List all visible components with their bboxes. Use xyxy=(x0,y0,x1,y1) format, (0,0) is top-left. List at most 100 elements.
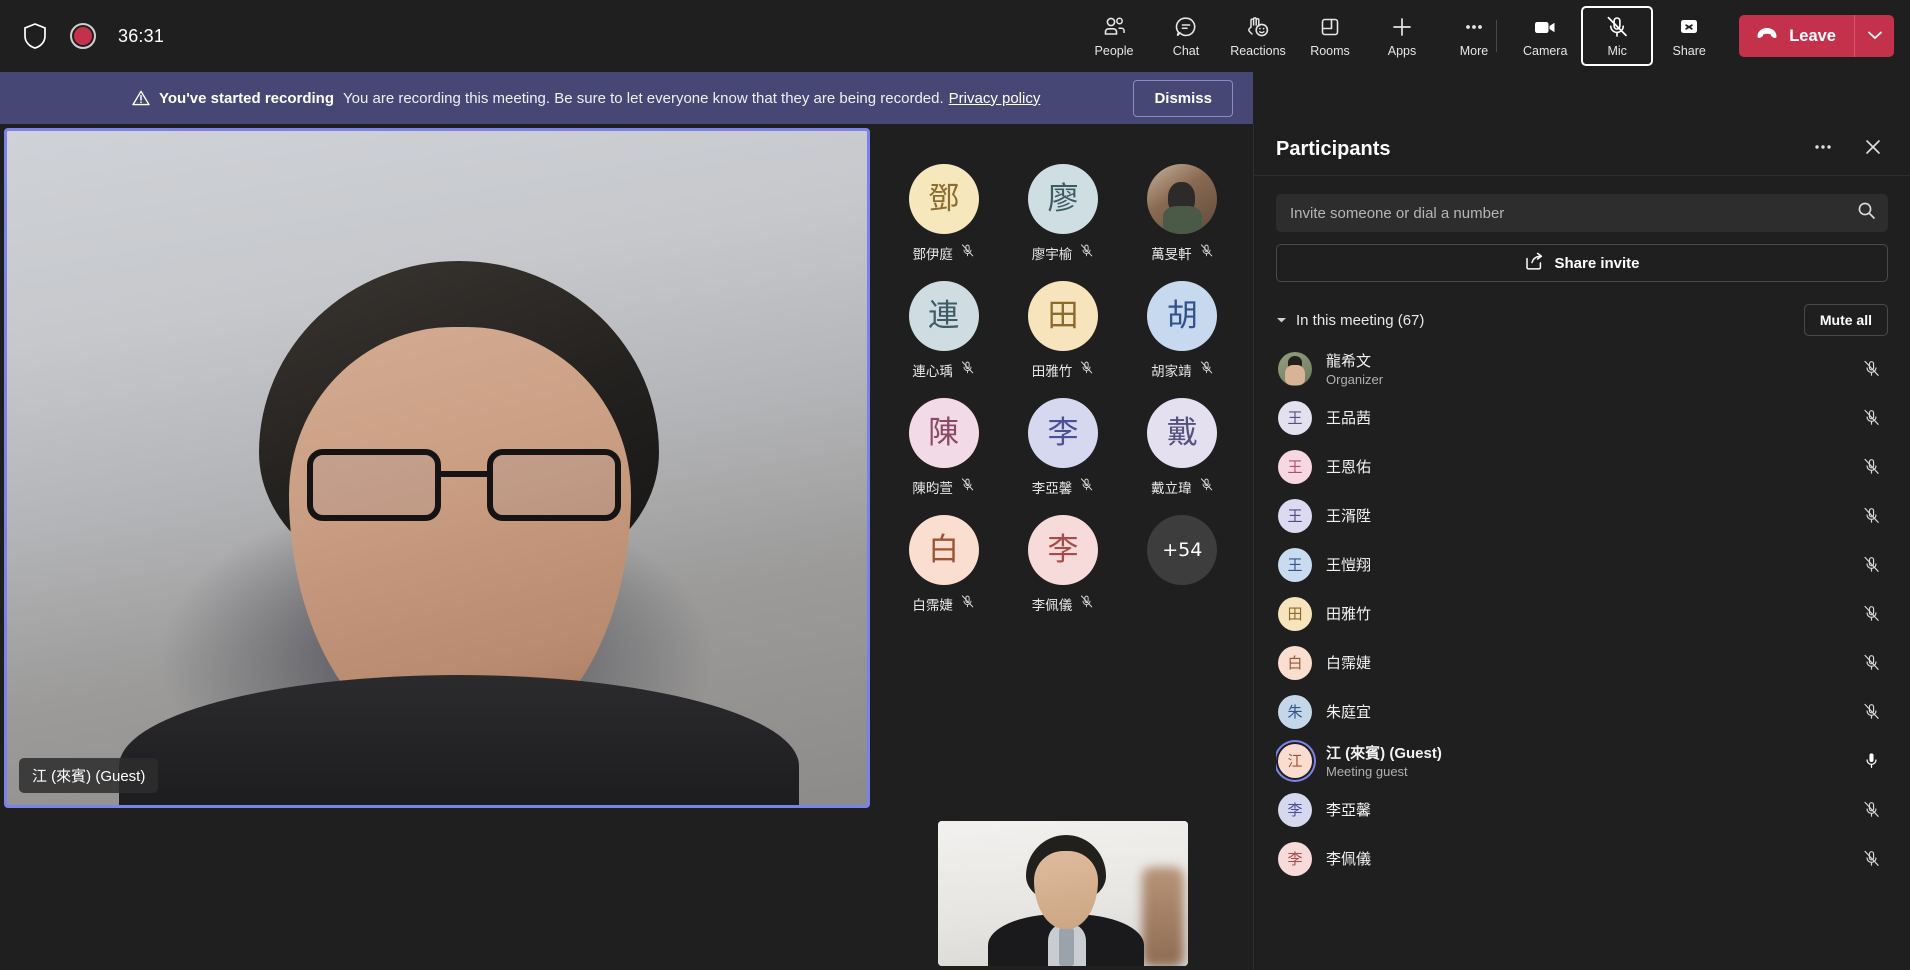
mic-on-icon[interactable] xyxy=(1858,751,1884,770)
reactions-icon xyxy=(1245,15,1271,39)
close-icon xyxy=(1863,137,1883,162)
participant-row[interactable]: 白白霈婕 xyxy=(1276,638,1888,687)
mic-off-icon xyxy=(1199,477,1214,497)
toolbar-item-apps[interactable]: Apps xyxy=(1366,6,1438,66)
avatar-cell[interactable]: 田田雅竹 xyxy=(1006,281,1119,380)
mic-off-icon xyxy=(960,243,975,263)
toolbar-right-group: Camera Mic Share Leave xyxy=(1484,0,1894,72)
mic-off-icon[interactable] xyxy=(1858,800,1884,819)
shield-icon xyxy=(22,22,48,50)
meeting-timer: 36:31 xyxy=(118,25,165,46)
avatar-cell[interactable]: 白白霈婕 xyxy=(887,515,1000,614)
avatar-name-row: 鄧伊庭 xyxy=(912,243,975,263)
avatar-initial: 戴 xyxy=(1147,398,1218,468)
toolbar-item-people[interactable]: People xyxy=(1078,6,1150,66)
participant-name: 江 (來賓) (Guest) xyxy=(1326,745,1442,762)
share-invite-button[interactable]: Share invite xyxy=(1276,244,1888,282)
mic-off-icon[interactable] xyxy=(1858,555,1884,574)
avatar-name-row: 陳昀萱 xyxy=(912,477,975,497)
mic-off-icon[interactable] xyxy=(1858,849,1884,868)
glasses-lens-right xyxy=(487,449,621,521)
mic-off-icon[interactable] xyxy=(1858,604,1884,623)
teams-meeting-window: 36:31 People Chat Reactions Rooms Apps M… xyxy=(0,0,1910,970)
avatar-cell[interactable]: 廖廖宇榆 xyxy=(1006,164,1119,263)
avatar-name: 白霈婕 xyxy=(912,598,953,613)
mic-off-icon xyxy=(960,477,975,497)
participant-row[interactable]: 李李佩儀 xyxy=(1276,834,1888,883)
search-icon[interactable] xyxy=(1857,201,1876,225)
participants-list[interactable]: 龍希文 Organizer 王王品茜王王恩佑王王湑陞王王愷翔田田雅竹白白霈婕朱朱庭宜… xyxy=(1276,344,1888,970)
participant-info: 王品茜 xyxy=(1326,407,1371,428)
participant-row[interactable]: 江江 (來賓) (Guest) Meeting guest xyxy=(1276,736,1888,785)
panel-more-button[interactable] xyxy=(1808,135,1838,165)
participants-panel: Participants Invite someone or dial a nu… xyxy=(1253,124,1910,970)
toolbar-item-rooms[interactable]: Rooms xyxy=(1294,6,1366,66)
toolbar-item-reactions[interactable]: Reactions xyxy=(1222,6,1294,66)
rooms-icon xyxy=(1318,15,1342,39)
avatar-overflow-cell[interactable]: +54 xyxy=(1126,515,1239,614)
dismiss-button[interactable]: Dismiss xyxy=(1133,79,1233,117)
mic-off-icon xyxy=(1199,243,1214,263)
in-this-meeting-section-header: In this meeting (67) Mute all xyxy=(1276,304,1888,336)
leave-options-button[interactable] xyxy=(1854,15,1894,57)
participant-row[interactable]: 王王恩佑 xyxy=(1276,442,1888,491)
camera-button[interactable]: Camera xyxy=(1509,6,1581,66)
mic-off-icon[interactable] xyxy=(1858,359,1884,378)
invite-search-box[interactable] xyxy=(1276,194,1888,232)
participant-row[interactable]: 李李亞馨 xyxy=(1276,785,1888,834)
avatar-cell[interactable]: 鄧鄧伊庭 xyxy=(887,164,1000,263)
mic-button[interactable]: Mic xyxy=(1581,6,1654,66)
invite-search-input[interactable] xyxy=(1290,204,1857,222)
recording-banner-title: You've started recording xyxy=(159,89,334,107)
participant-info: 王恩佑 xyxy=(1326,456,1371,477)
mute-all-button[interactable]: Mute all xyxy=(1803,304,1888,336)
toolbar-left-group: 36:31 xyxy=(0,22,164,50)
mic-off-icon[interactable] xyxy=(1858,408,1884,427)
participant-row[interactable]: 王王湑陞 xyxy=(1276,491,1888,540)
participant-row[interactable]: 朱朱庭宜 xyxy=(1276,687,1888,736)
leave-label: Leave xyxy=(1789,26,1836,45)
avatar-cell[interactable]: 連連心瑀 xyxy=(887,281,1000,380)
participant-avatar-initial: 田 xyxy=(1278,596,1312,631)
second-video-tile[interactable] xyxy=(938,821,1188,966)
participant-info: 白霈婕 xyxy=(1326,652,1371,673)
main-video-tile[interactable]: 江 (來賓) (Guest) xyxy=(4,128,870,808)
mic-off-icon[interactable] xyxy=(1858,653,1884,672)
avatar-name-row: 戴立瑋 xyxy=(1151,477,1214,497)
participant-info: 王湑陞 xyxy=(1326,505,1371,526)
participant-row[interactable]: 龍希文 Organizer xyxy=(1276,344,1888,393)
participant-name: 朱庭宜 xyxy=(1326,704,1372,721)
more-ellipsis-icon xyxy=(1812,136,1834,163)
hangup-icon xyxy=(1755,26,1779,47)
second-video-blur-object xyxy=(1142,867,1184,966)
toolbar-center-group: People Chat Reactions Rooms Apps More xyxy=(1078,0,1510,72)
participant-name: 李佩儀 xyxy=(1326,851,1372,868)
mic-off-icon[interactable] xyxy=(1858,457,1884,476)
participant-row[interactable]: 王王品茜 xyxy=(1276,393,1888,442)
caret-down-icon[interactable] xyxy=(1276,316,1287,324)
avatar-initial: 田 xyxy=(1027,281,1098,351)
participant-name: 王恩佑 xyxy=(1326,459,1372,476)
privacy-policy-link[interactable]: Privacy policy xyxy=(949,90,1041,107)
mic-off-icon xyxy=(1079,594,1094,614)
avatar-cell[interactable]: 胡胡家靖 xyxy=(1126,281,1239,380)
leave-button[interactable]: Leave xyxy=(1739,15,1854,57)
toolbar-item-chat[interactable]: Chat xyxy=(1150,6,1222,66)
avatar-cell[interactable]: 陳陳昀萱 xyxy=(887,398,1000,497)
share-button[interactable]: Share xyxy=(1653,6,1725,66)
toolbar-item-label: Reactions xyxy=(1230,43,1286,58)
avatar-cell[interactable]: 萬旻軒 xyxy=(1126,164,1239,263)
leave-button-group[interactable]: Leave xyxy=(1739,15,1894,57)
avatar-cell[interactable]: 李李亞馨 xyxy=(1006,398,1119,497)
mic-off-icon[interactable] xyxy=(1858,702,1884,721)
participant-row[interactable]: 田田雅竹 xyxy=(1276,589,1888,638)
avatar-cell[interactable]: 戴戴立瑋 xyxy=(1126,398,1239,497)
participant-row[interactable]: 王王愷翔 xyxy=(1276,540,1888,589)
participant-name: 龍希文 xyxy=(1326,353,1372,370)
panel-close-button[interactable] xyxy=(1858,135,1888,165)
mic-off-icon[interactable] xyxy=(1858,506,1884,525)
avatar-cell[interactable]: 李李佩儀 xyxy=(1006,515,1119,614)
apps-plus-icon xyxy=(1390,15,1414,39)
second-video-container xyxy=(887,821,1239,970)
participant-avatar-photo xyxy=(1278,351,1312,386)
